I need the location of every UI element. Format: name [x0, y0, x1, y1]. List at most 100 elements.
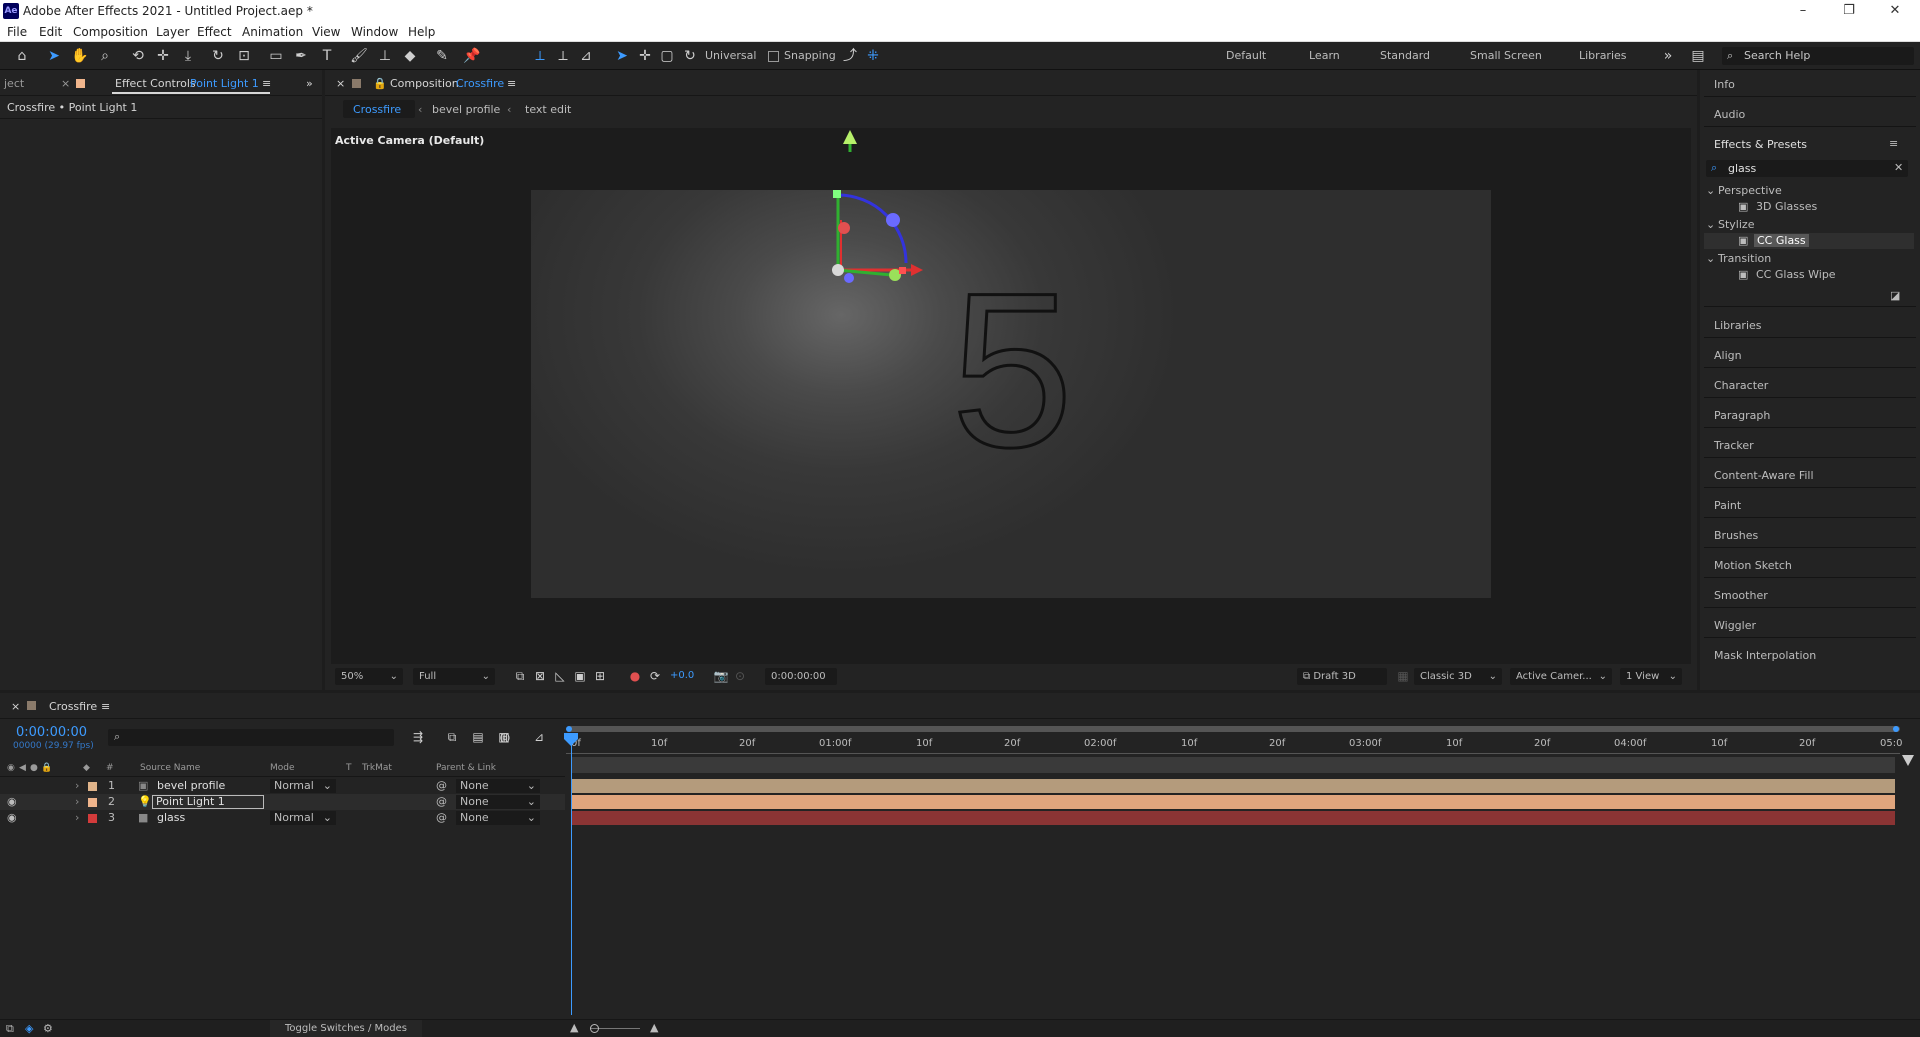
tree-effect-cc-glass-wipe[interactable]: CC Glass Wipe: [1756, 268, 1836, 281]
work-area-end-marker-icon[interactable]: [1902, 755, 1914, 767]
camera-view-dropdown[interactable]: Active Camer... ⌄: [1510, 668, 1612, 685]
panel-wiggler[interactable]: Wiggler: [1714, 619, 1756, 632]
effect-controls-tab[interactable]: Effect Controls: [115, 77, 196, 90]
transfer-controls-icon[interactable]: ◈: [25, 1022, 33, 1035]
universal-rotate-icon[interactable]: ↻: [680, 46, 700, 66]
panel-effects-presets[interactable]: Effects & Presets: [1714, 138, 1807, 151]
panel-paragraph[interactable]: Paragraph: [1714, 409, 1770, 422]
in-out-panes-icon[interactable]: ⚙: [43, 1022, 53, 1035]
home-icon[interactable]: ⌂: [12, 46, 32, 66]
pen-tool-icon[interactable]: ✒: [291, 46, 311, 66]
label-tag-icon[interactable]: ◆: [83, 763, 90, 773]
tree-effect-3d-glasses[interactable]: 3D Glasses: [1756, 200, 1817, 213]
universal-select-icon[interactable]: ➤: [612, 46, 632, 66]
menu-view[interactable]: View: [312, 25, 340, 39]
panel-libraries[interactable]: Libraries: [1714, 319, 1762, 332]
restore-button[interactable]: ❐: [1826, 0, 1872, 22]
menu-help[interactable]: Help: [408, 25, 435, 39]
tree-expand-icon[interactable]: ⌄: [1706, 184, 1715, 197]
panel-align[interactable]: Align: [1714, 349, 1742, 362]
universal-scale-icon[interactable]: ▢: [657, 46, 677, 66]
workspace-small-screen[interactable]: Small Screen: [1470, 49, 1542, 62]
menu-window[interactable]: Window: [351, 25, 398, 39]
blend-mode-dropdown[interactable]: Normal ⌄: [270, 779, 336, 793]
dolly-camera-icon[interactable]: ⤓: [178, 46, 198, 66]
project-tab[interactable]: ject: [4, 77, 24, 90]
col-source-name[interactable]: Source Name: [140, 763, 200, 773]
close-comp-tab-icon[interactable]: ×: [336, 77, 345, 90]
col-parent-link[interactable]: Parent & Link: [436, 763, 496, 773]
tree-category-perspective[interactable]: Perspective: [1718, 184, 1782, 197]
eye-icon[interactable]: ◉: [7, 794, 17, 810]
panel-character[interactable]: Character: [1714, 379, 1768, 392]
grid-guides-icon[interactable]: ⊞: [590, 666, 610, 686]
pick-whip-icon[interactable]: @: [436, 794, 447, 810]
audio-switch-icon[interactable]: ◀: [19, 763, 26, 773]
panel-paint[interactable]: Paint: [1714, 499, 1741, 512]
view-layout-dropdown[interactable]: 1 View ⌄: [1620, 668, 1682, 685]
view-axis-icon[interactable]: ⊿: [576, 46, 596, 66]
zoom-tool-icon[interactable]: ⌕: [95, 46, 115, 66]
layer-row[interactable]: › 1 ▣ bevel profile Normal ⌄ @ None ⌄: [0, 778, 565, 794]
motion-blur-icon[interactable]: ◎: [495, 727, 515, 747]
lock-switch-icon[interactable]: 🔒: [41, 763, 52, 773]
timeline-tab[interactable]: Crossfire: [49, 700, 97, 713]
breadcrumb-text-edit[interactable]: text edit: [525, 103, 571, 116]
region-of-interest-icon[interactable]: ▣: [570, 666, 590, 686]
solo-switch-icon[interactable]: ●: [30, 763, 38, 773]
close-tab-icon[interactable]: ×: [61, 77, 70, 90]
layer-name[interactable]: bevel profile: [157, 778, 225, 794]
tree-expand-icon[interactable]: ⌄: [1706, 218, 1715, 231]
panel-brushes[interactable]: Brushes: [1714, 529, 1758, 542]
roto-brush-icon[interactable]: ✎: [432, 46, 452, 66]
close-window-button[interactable]: ✕: [1872, 0, 1918, 22]
tree-category-transition[interactable]: Transition: [1718, 252, 1771, 265]
pan-behind-icon[interactable]: ⊡: [234, 46, 254, 66]
col-mode[interactable]: Mode: [270, 763, 295, 773]
layer-bar[interactable]: [571, 795, 1895, 809]
shy-layers-icon[interactable]: ▤: [468, 727, 488, 747]
more-panels-icon[interactable]: »: [306, 77, 313, 90]
menu-effect[interactable]: Effect: [197, 25, 232, 39]
graph-editor-icon[interactable]: ⊿: [529, 727, 549, 747]
world-axis-icon[interactable]: ⟂: [553, 46, 573, 66]
tree-expand-icon[interactable]: ⌄: [1706, 252, 1715, 265]
renderer-dropdown[interactable]: Classic 3D ⌄: [1414, 668, 1502, 685]
eraser-tool-icon[interactable]: ◆: [400, 46, 420, 66]
orbit-camera-icon[interactable]: ⟲: [128, 46, 148, 66]
current-time-field[interactable]: 0:00:00:00: [765, 668, 837, 685]
menu-layer[interactable]: Layer: [156, 25, 189, 39]
transparency-grid-icon[interactable]: ⊠: [530, 666, 550, 686]
more-workspaces-icon[interactable]: »: [1658, 46, 1678, 66]
selection-tool-icon[interactable]: ➤: [44, 46, 64, 66]
work-area-end-handle[interactable]: [1893, 726, 1899, 732]
exposure-value[interactable]: +0.0: [670, 670, 694, 681]
panel-menu-icon[interactable]: ≡: [262, 77, 271, 90]
new-preset-icon[interactable]: ◪: [1890, 289, 1900, 302]
menu-composition[interactable]: Composition: [73, 25, 148, 39]
composition-mini-flowchart-icon[interactable]: ⇶: [408, 727, 428, 747]
breadcrumb-bevel-profile[interactable]: bevel profile: [432, 103, 500, 116]
work-area-bar[interactable]: [568, 726, 1900, 732]
playhead-icon[interactable]: [563, 733, 580, 747]
light-gizmo[interactable]: [531, 190, 1491, 598]
timeline-timecode[interactable]: 0:00:00:00: [16, 725, 87, 740]
panel-tracker[interactable]: Tracker: [1714, 439, 1754, 452]
layer-row[interactable]: ◉ › 3 ■ glass Normal ⌄ @ None ⌄: [0, 810, 565, 826]
parent-dropdown[interactable]: None ⌄: [456, 795, 540, 809]
expand-arrow-icon[interactable]: ›: [75, 778, 79, 794]
toggle-switches-modes-button[interactable]: Toggle Switches / Modes: [270, 1020, 422, 1037]
menu-file[interactable]: File: [7, 25, 27, 39]
show-snapshot-icon[interactable]: ⊙: [730, 666, 750, 686]
parent-dropdown[interactable]: None ⌄: [456, 811, 540, 825]
workspace-libraries[interactable]: Libraries: [1579, 49, 1627, 62]
brush-tool-icon[interactable]: 🖌: [349, 46, 369, 66]
search-help-input[interactable]: ⌕ Search Help: [1722, 47, 1914, 65]
zoom-in-icon[interactable]: ▲: [650, 1021, 658, 1034]
local-axis-icon[interactable]: ⟂: [530, 46, 550, 66]
effects-search-field[interactable]: ⌕ glass ✕: [1706, 160, 1908, 177]
pick-whip-icon[interactable]: @: [436, 778, 447, 794]
menu-edit[interactable]: Edit: [39, 25, 62, 39]
type-tool-icon[interactable]: T: [317, 46, 337, 66]
reset-exposure-icon[interactable]: ⟳: [645, 666, 665, 686]
